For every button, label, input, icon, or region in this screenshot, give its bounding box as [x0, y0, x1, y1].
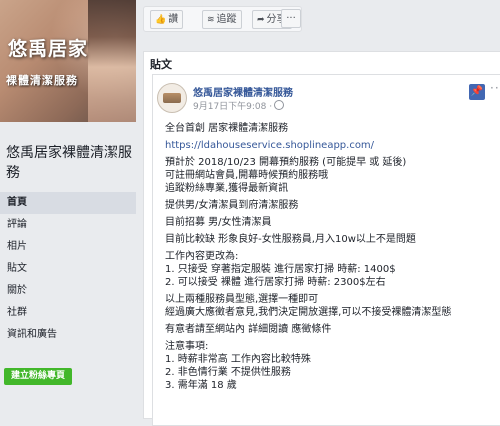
cover-title: 悠禹居家 [8, 38, 89, 60]
create-page-button[interactable]: 建立粉絲專頁 [4, 368, 72, 385]
post-more-options-button[interactable]: ··· [490, 81, 500, 95]
more-options-button[interactable]: ··· [281, 9, 301, 28]
post-line: 預計於 2018/10/23 開幕預約服務 (可能提早 或 延後) [165, 157, 407, 168]
page-action-bar: 👍 讚 ≋ 追蹤 ➦ 分享 [143, 6, 302, 32]
post-line: 有意者請至網站內 詳細閱讀 應徵條件 [165, 324, 332, 335]
post-line: 全台首創 居家裸體清潔服務 [165, 123, 289, 134]
post-line: 3. 需年滿 18 歲 [165, 380, 237, 391]
post-line: 提供男/女清潔員到府清潔服務 [165, 200, 299, 211]
nav-item-info-and-ads[interactable]: 資訊和廣告 [0, 324, 136, 346]
pin-icon[interactable]: 📌 [469, 84, 485, 100]
follow-label: 追蹤 [216, 14, 237, 25]
nav-item-community[interactable]: 社群 [0, 302, 136, 324]
post-body: 全台首創 居家裸體清潔服務 https://ldahouseservice.sh… [165, 122, 500, 392]
post-timestamp[interactable]: 9月17日下午9:08 · [193, 99, 285, 112]
post-line: 可註冊網站會員,開幕時候預約服務哦 [165, 170, 329, 181]
post-line: 目前招募 男/女性清潔員 [165, 217, 272, 228]
post-line: 注意事項: [165, 341, 209, 352]
avatar[interactable] [157, 83, 187, 113]
page-title[interactable]: 悠禹居家裸體清潔服務 [6, 143, 134, 183]
posts-section: 貼文 悠禹居家裸體清潔服務 9月17日下午9:08 · 📌 ··· 全台首創 居… [143, 51, 500, 426]
post-line: 2. 可以接受 裸體 進行居家打掃 時薪: 2300$左右 [165, 277, 386, 288]
globe-icon [274, 100, 285, 110]
nav-item-reviews[interactable]: 評論 [0, 214, 136, 236]
nav-item-posts[interactable]: 貼文 [0, 258, 136, 280]
nav-item-photos[interactable]: 相片 [0, 236, 136, 258]
post-line: 以上兩種服務員型態,選擇一種即可 [165, 294, 319, 305]
post-time-text: 9月17日下午9:08 · [193, 102, 273, 112]
post-line: 經過廣大應徵者意見,我們決定開放選擇,可以不接受裸體清潔型態 [165, 307, 452, 318]
nav-item-home[interactable]: 首頁 [0, 192, 136, 214]
post-line: 2. 非色情行業 不提供性服務 [165, 367, 291, 378]
page-cover-photo[interactable]: 悠禹居家 裸體清潔服務 [0, 0, 136, 122]
post-author-name[interactable]: 悠禹居家裸體清潔服務 [193, 84, 293, 99]
rss-icon: ≋ [207, 15, 215, 25]
follow-button[interactable]: ≋ 追蹤 [202, 10, 242, 29]
page-sidebar: 悠禹居家 裸體清潔服務 悠禹居家裸體清潔服務 首頁 評論 相片 貼文 關於 社群… [0, 0, 136, 417]
page-nav: 首頁 評論 相片 貼文 關於 社群 資訊和廣告 [0, 192, 136, 346]
thumbs-up-icon: 👍 [155, 15, 167, 25]
post-line: 追蹤粉絲專業,獲得最新資訊 [165, 183, 289, 194]
nav-item-about[interactable]: 關於 [0, 280, 136, 302]
posts-section-header: 貼文 [150, 58, 172, 71]
post-link[interactable]: https://ldahouseservice.shoplineapp.com/ [165, 139, 500, 152]
post-line: 1. 時薪非常高 工作內容比較特殊 [165, 354, 311, 365]
post-line: 目前比較缺 形象良好-女性服務員,月入10w以上不是問題 [165, 234, 416, 245]
like-button[interactable]: 👍 讚 [150, 10, 184, 29]
post-card: 悠禹居家裸體清潔服務 9月17日下午9:08 · 📌 ··· 全台首創 居家裸體… [152, 74, 500, 426]
cover-subtitle: 裸體清潔服務 [6, 74, 78, 87]
post-line: 工作內容更改為: [165, 251, 239, 262]
share-arrow-icon: ➦ [257, 15, 265, 25]
avatar-image [163, 93, 181, 103]
like-label: 讚 [168, 14, 179, 25]
post-line: 1. 只接受 穿著指定服裝 進行居家打掃 時薪: 1400$ [165, 264, 396, 275]
cover-person-image [88, 0, 136, 122]
